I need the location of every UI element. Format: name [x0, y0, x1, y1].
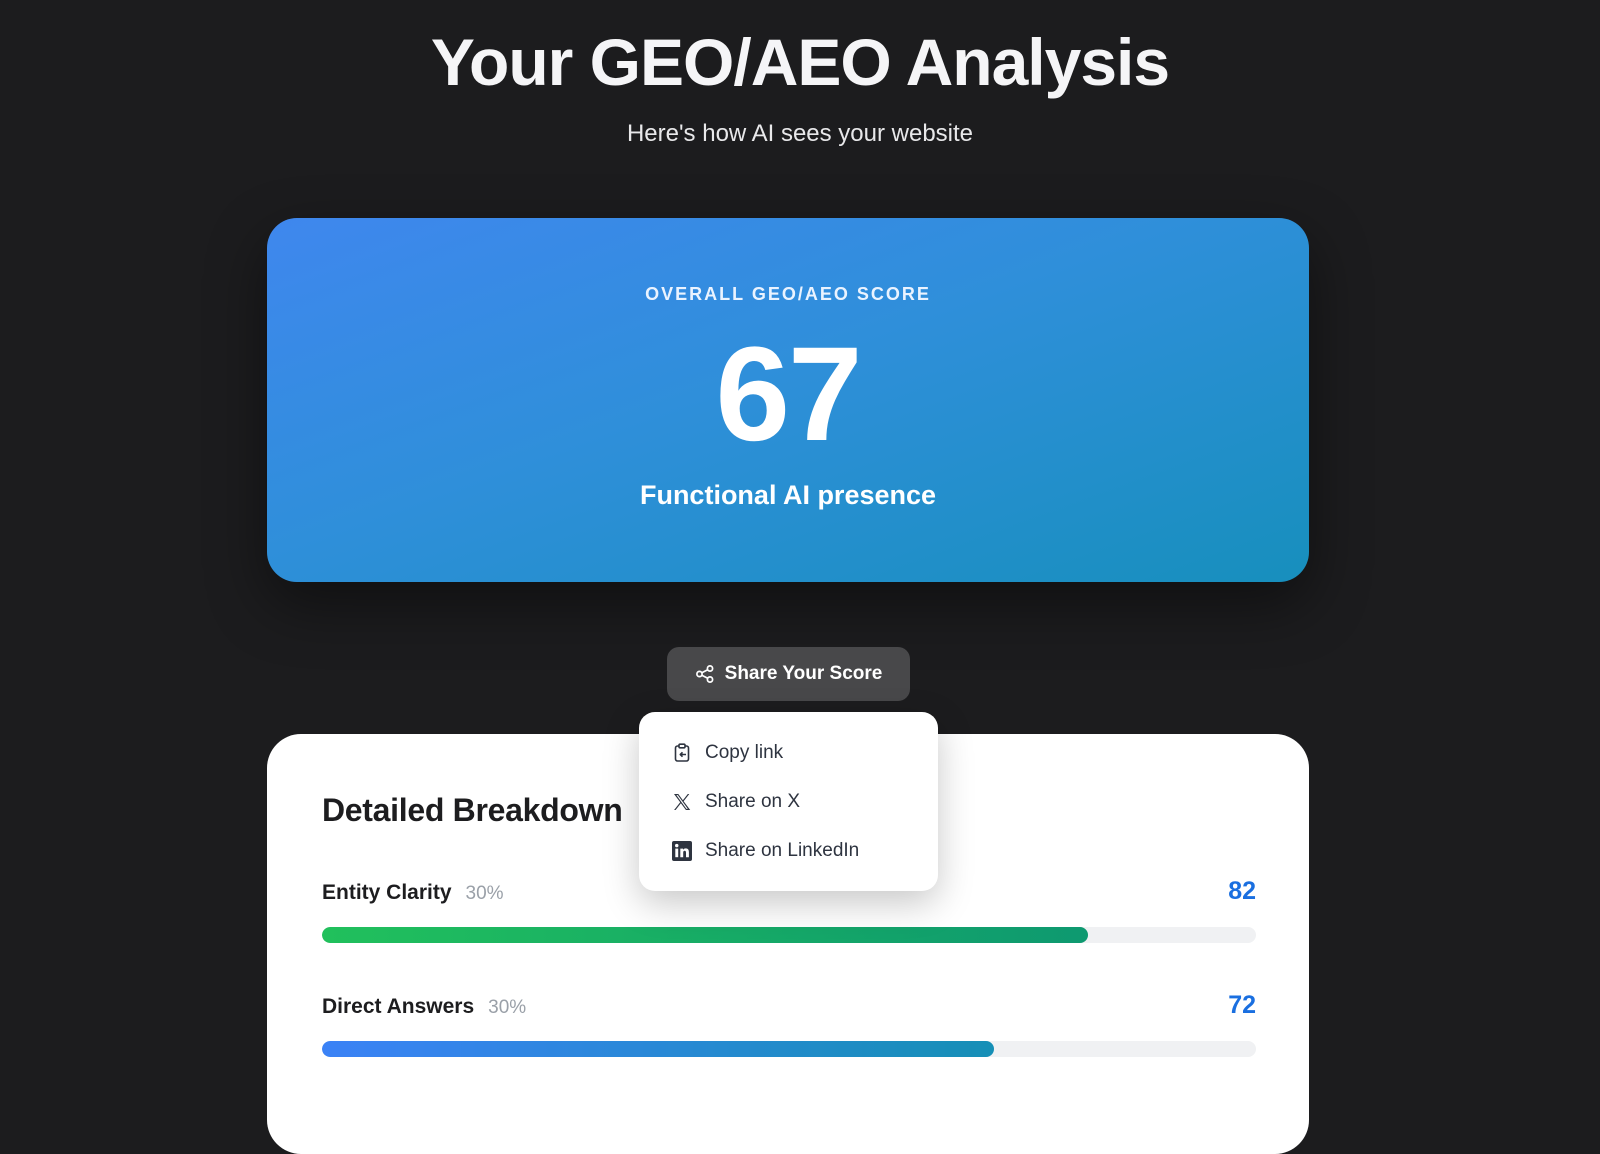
- breakdown-title: Detailed Breakdown: [322, 792, 623, 828]
- clipboard-icon: [674, 743, 690, 762]
- page-subtitle: Here's how AI sees your website: [626, 120, 974, 147]
- metric-name: Direct Answers: [322, 995, 475, 1018]
- metric-score: 72: [1228, 991, 1256, 1019]
- score-value: 67: [715, 320, 862, 469]
- metric-name: Entity Clarity: [322, 881, 452, 904]
- menu-item-label: Copy link: [705, 742, 784, 763]
- menu-item-label: Share on LinkedIn: [705, 840, 860, 861]
- share-score-button[interactable]: Share Your Score: [667, 647, 910, 701]
- menu-item-label: Share on X: [705, 791, 801, 812]
- share-menu: Copy link Share on X Share on LinkedIn: [639, 712, 938, 891]
- menu-item-share-linkedin[interactable]: Share on LinkedIn: [671, 836, 859, 866]
- share-icon: [695, 665, 714, 683]
- linkedin-icon: [672, 841, 692, 861]
- score-label: OVERALL GEO/AEO SCORE: [645, 284, 931, 304]
- progress-fill: [322, 927, 1088, 943]
- overall-score-card: OVERALL GEO/AEO SCORE 67 Functional AI p…: [267, 218, 1309, 582]
- x-logo-icon: [674, 794, 691, 810]
- metric-weight: 30%: [465, 883, 504, 904]
- progress-track: [322, 1041, 1256, 1057]
- share-button-label: Share Your Score: [724, 663, 883, 684]
- menu-item-share-x[interactable]: Share on X: [671, 787, 800, 817]
- metric-score: 82: [1228, 877, 1256, 905]
- menu-item-copy-link[interactable]: Copy link: [671, 738, 783, 768]
- metric-weight: 30%: [488, 997, 527, 1018]
- progress-fill: [322, 1041, 995, 1057]
- score-description: Functional AI presence: [639, 480, 937, 510]
- progress-track: [322, 927, 1256, 943]
- metric-direct-answers: Direct Answers 30% 72: [322, 991, 1256, 1057]
- page-title: Your GEO/AEO Analysis: [430, 25, 1170, 99]
